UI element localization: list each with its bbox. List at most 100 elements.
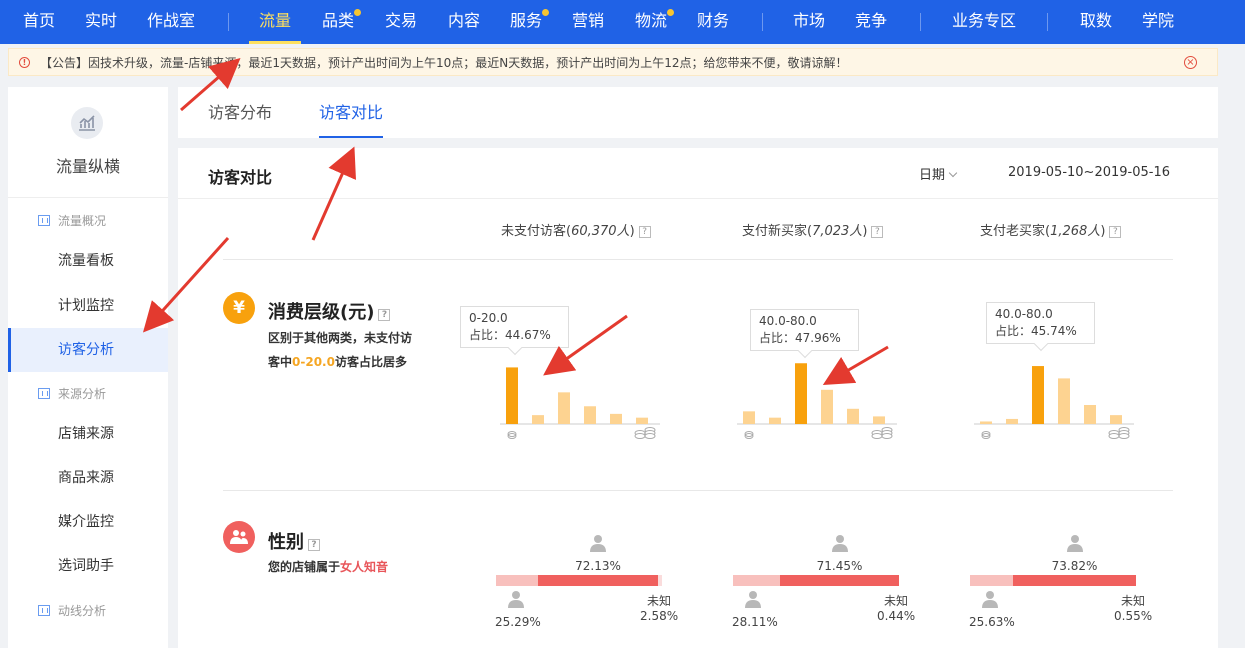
tooltip-share: 占比：44.67%	[469, 328, 551, 342]
chart-bar	[1006, 418, 1018, 424]
sidebar-group-overview: 流量概况	[38, 212, 106, 229]
chart-tooltip: 40.0-80.0 占比：47.96%	[750, 309, 859, 351]
sidebar-group-label: 来源分析	[58, 387, 107, 401]
sidebar-item-media-monitor[interactable]: 媒介监控	[8, 500, 168, 544]
divider	[223, 259, 1173, 260]
chart-bar	[1032, 366, 1044, 424]
close-icon[interactable]: ×	[1184, 56, 1197, 69]
spending-description: 区别于其他两类，未支付访 客中0-20.0访客占比居多	[268, 326, 412, 374]
nav-item-service-label: 服务	[510, 11, 543, 30]
sidebar-item-shop-source[interactable]: 店铺来源	[8, 412, 168, 456]
gender-title: 性别?	[268, 528, 320, 554]
male-user-icon	[507, 590, 525, 608]
help-icon[interactable]: ?	[871, 226, 884, 238]
spending-title: 消费层级(元)?	[268, 298, 391, 324]
chart-bar	[636, 417, 648, 424]
sidebar-group-label: 流量概况	[58, 214, 107, 228]
desc-highlight: 女人知音	[340, 560, 389, 574]
nav-item-service[interactable]: 服务	[510, 0, 550, 44]
nav-separator	[920, 13, 921, 31]
tooltip-share: 占比：47.96%	[759, 331, 841, 345]
sidebar-item-keyword-helper[interactable]: 选词助手	[8, 544, 168, 588]
nav-item-content[interactable]: 内容	[448, 0, 480, 44]
chart-bar	[873, 416, 885, 424]
male-user-icon	[744, 590, 762, 608]
spending-title-text: 消费层级(元)	[268, 302, 375, 323]
nav-item-traffic[interactable]: 流量	[248, 0, 302, 44]
chart-bar	[795, 363, 807, 424]
tab-bar: 访客分布 访客对比	[178, 87, 1218, 138]
female-segment	[538, 575, 658, 586]
sidebar-item-visitor-analysis[interactable]: 访客分析	[8, 328, 168, 372]
visitor-compare-panel: 访客对比 日期 2019-05-10~2019-05-16 未支付访客(60,3…	[178, 148, 1218, 648]
tab-visitor-distribution[interactable]: 访客分布	[208, 87, 272, 138]
announcement-text: 【公告】因技术升级，流量-店铺来源，最近1天数据，预计产出时间为上午10点；最近…	[40, 55, 848, 70]
unknown-segment	[658, 575, 662, 586]
column-header-new-buyer: 支付新买家(7,023人)?	[742, 220, 884, 239]
tab-visitor-compare[interactable]: 访客对比	[319, 87, 384, 138]
chart-tooltip: 40.0-80.0 占比：45.74%	[986, 302, 1095, 344]
chart-bar	[1084, 405, 1096, 424]
help-icon[interactable]: ?	[308, 539, 320, 551]
chart-bar	[743, 411, 755, 424]
female-user-icon	[831, 534, 849, 552]
divider	[223, 490, 1173, 491]
female-user-icon	[1066, 534, 1084, 552]
nav-item-warroom[interactable]: 作战室	[147, 0, 195, 44]
nav-item-home[interactable]: 首页	[23, 0, 55, 44]
panel-title: 访客对比	[208, 168, 273, 187]
nav-separator	[228, 13, 229, 31]
nav-item-realtime[interactable]: 实时	[85, 0, 117, 44]
nav-item-marketing[interactable]: 营销	[572, 0, 604, 44]
sidebar-item-plan-monitor[interactable]: 计划监控	[8, 284, 168, 328]
desc-text: 访客占比居多	[334, 355, 407, 369]
male-segment	[496, 575, 538, 586]
announcement-banner: ! 【公告】因技术升级，流量-店铺来源，最近1天数据，预计产出时间为上午10点；…	[8, 48, 1218, 76]
spending-desc-line1: 区别于其他两类，未支付访	[268, 331, 413, 345]
new-dot-icon	[542, 9, 550, 16]
yen-icon: ¥	[223, 292, 255, 324]
nav-item-trade[interactable]: 交易	[385, 0, 417, 44]
chevron-down-icon	[948, 168, 958, 178]
male-percent: 25.29%	[495, 615, 541, 629]
nav-item-category[interactable]: 品类	[322, 0, 362, 44]
chart-bar	[847, 408, 859, 424]
tooltip-range: 40.0-80.0	[759, 314, 817, 328]
date-dropdown[interactable]: 日期	[919, 164, 958, 183]
nav-item-business-zone[interactable]: 业务专区	[952, 0, 1016, 44]
unknown-label: 未知	[647, 594, 672, 608]
coin-stack-icon	[634, 433, 646, 439]
help-icon[interactable]: ?	[1109, 226, 1122, 238]
column-count: 7,023人	[812, 224, 863, 239]
date-range: 2019-05-10~2019-05-16	[1008, 165, 1170, 180]
sidebar-item-traffic-board[interactable]: 流量看板	[8, 239, 168, 283]
spending-chart-new-buyer	[737, 363, 897, 439]
column-count: 1,268人	[1050, 224, 1101, 239]
tooltip-range: 40.0-80.0	[995, 307, 1053, 321]
help-icon[interactable]: ?	[378, 309, 391, 321]
chart-bar	[584, 406, 596, 424]
sidebar-item-product-source[interactable]: 商品来源	[8, 456, 168, 500]
nav-item-competition[interactable]: 竞争	[855, 0, 887, 44]
nav-item-logistics[interactable]: 物流	[635, 0, 675, 44]
nav-item-finance[interactable]: 财务	[697, 0, 729, 44]
female-user-icon	[589, 534, 607, 552]
male-segment	[733, 575, 780, 586]
column-header-unpaid: 未支付访客(60,370人)?	[501, 220, 651, 239]
building-icon	[38, 388, 50, 399]
warning-icon: !	[19, 56, 30, 68]
column-label: 支付新买家	[742, 224, 808, 239]
gender-description: 您的店铺属于女人知音	[268, 555, 388, 579]
sidebar-title: 流量纵横	[55, 157, 120, 176]
male-percent: 25.63%	[969, 615, 1015, 629]
nav-item-fetch-data[interactable]: 取数	[1080, 0, 1112, 44]
nav-separator	[762, 13, 763, 31]
help-icon[interactable]: ?	[638, 226, 651, 238]
unknown-percent: 0.44%	[877, 609, 916, 623]
gender-title-text: 性别	[268, 532, 304, 553]
nav-item-market[interactable]: 市场	[793, 0, 825, 44]
desc-text: 您的店铺属于	[268, 560, 341, 574]
chart-bar	[1058, 378, 1070, 424]
nav-item-academy[interactable]: 学院	[1142, 0, 1174, 44]
column-label: 未支付访客	[501, 224, 567, 239]
